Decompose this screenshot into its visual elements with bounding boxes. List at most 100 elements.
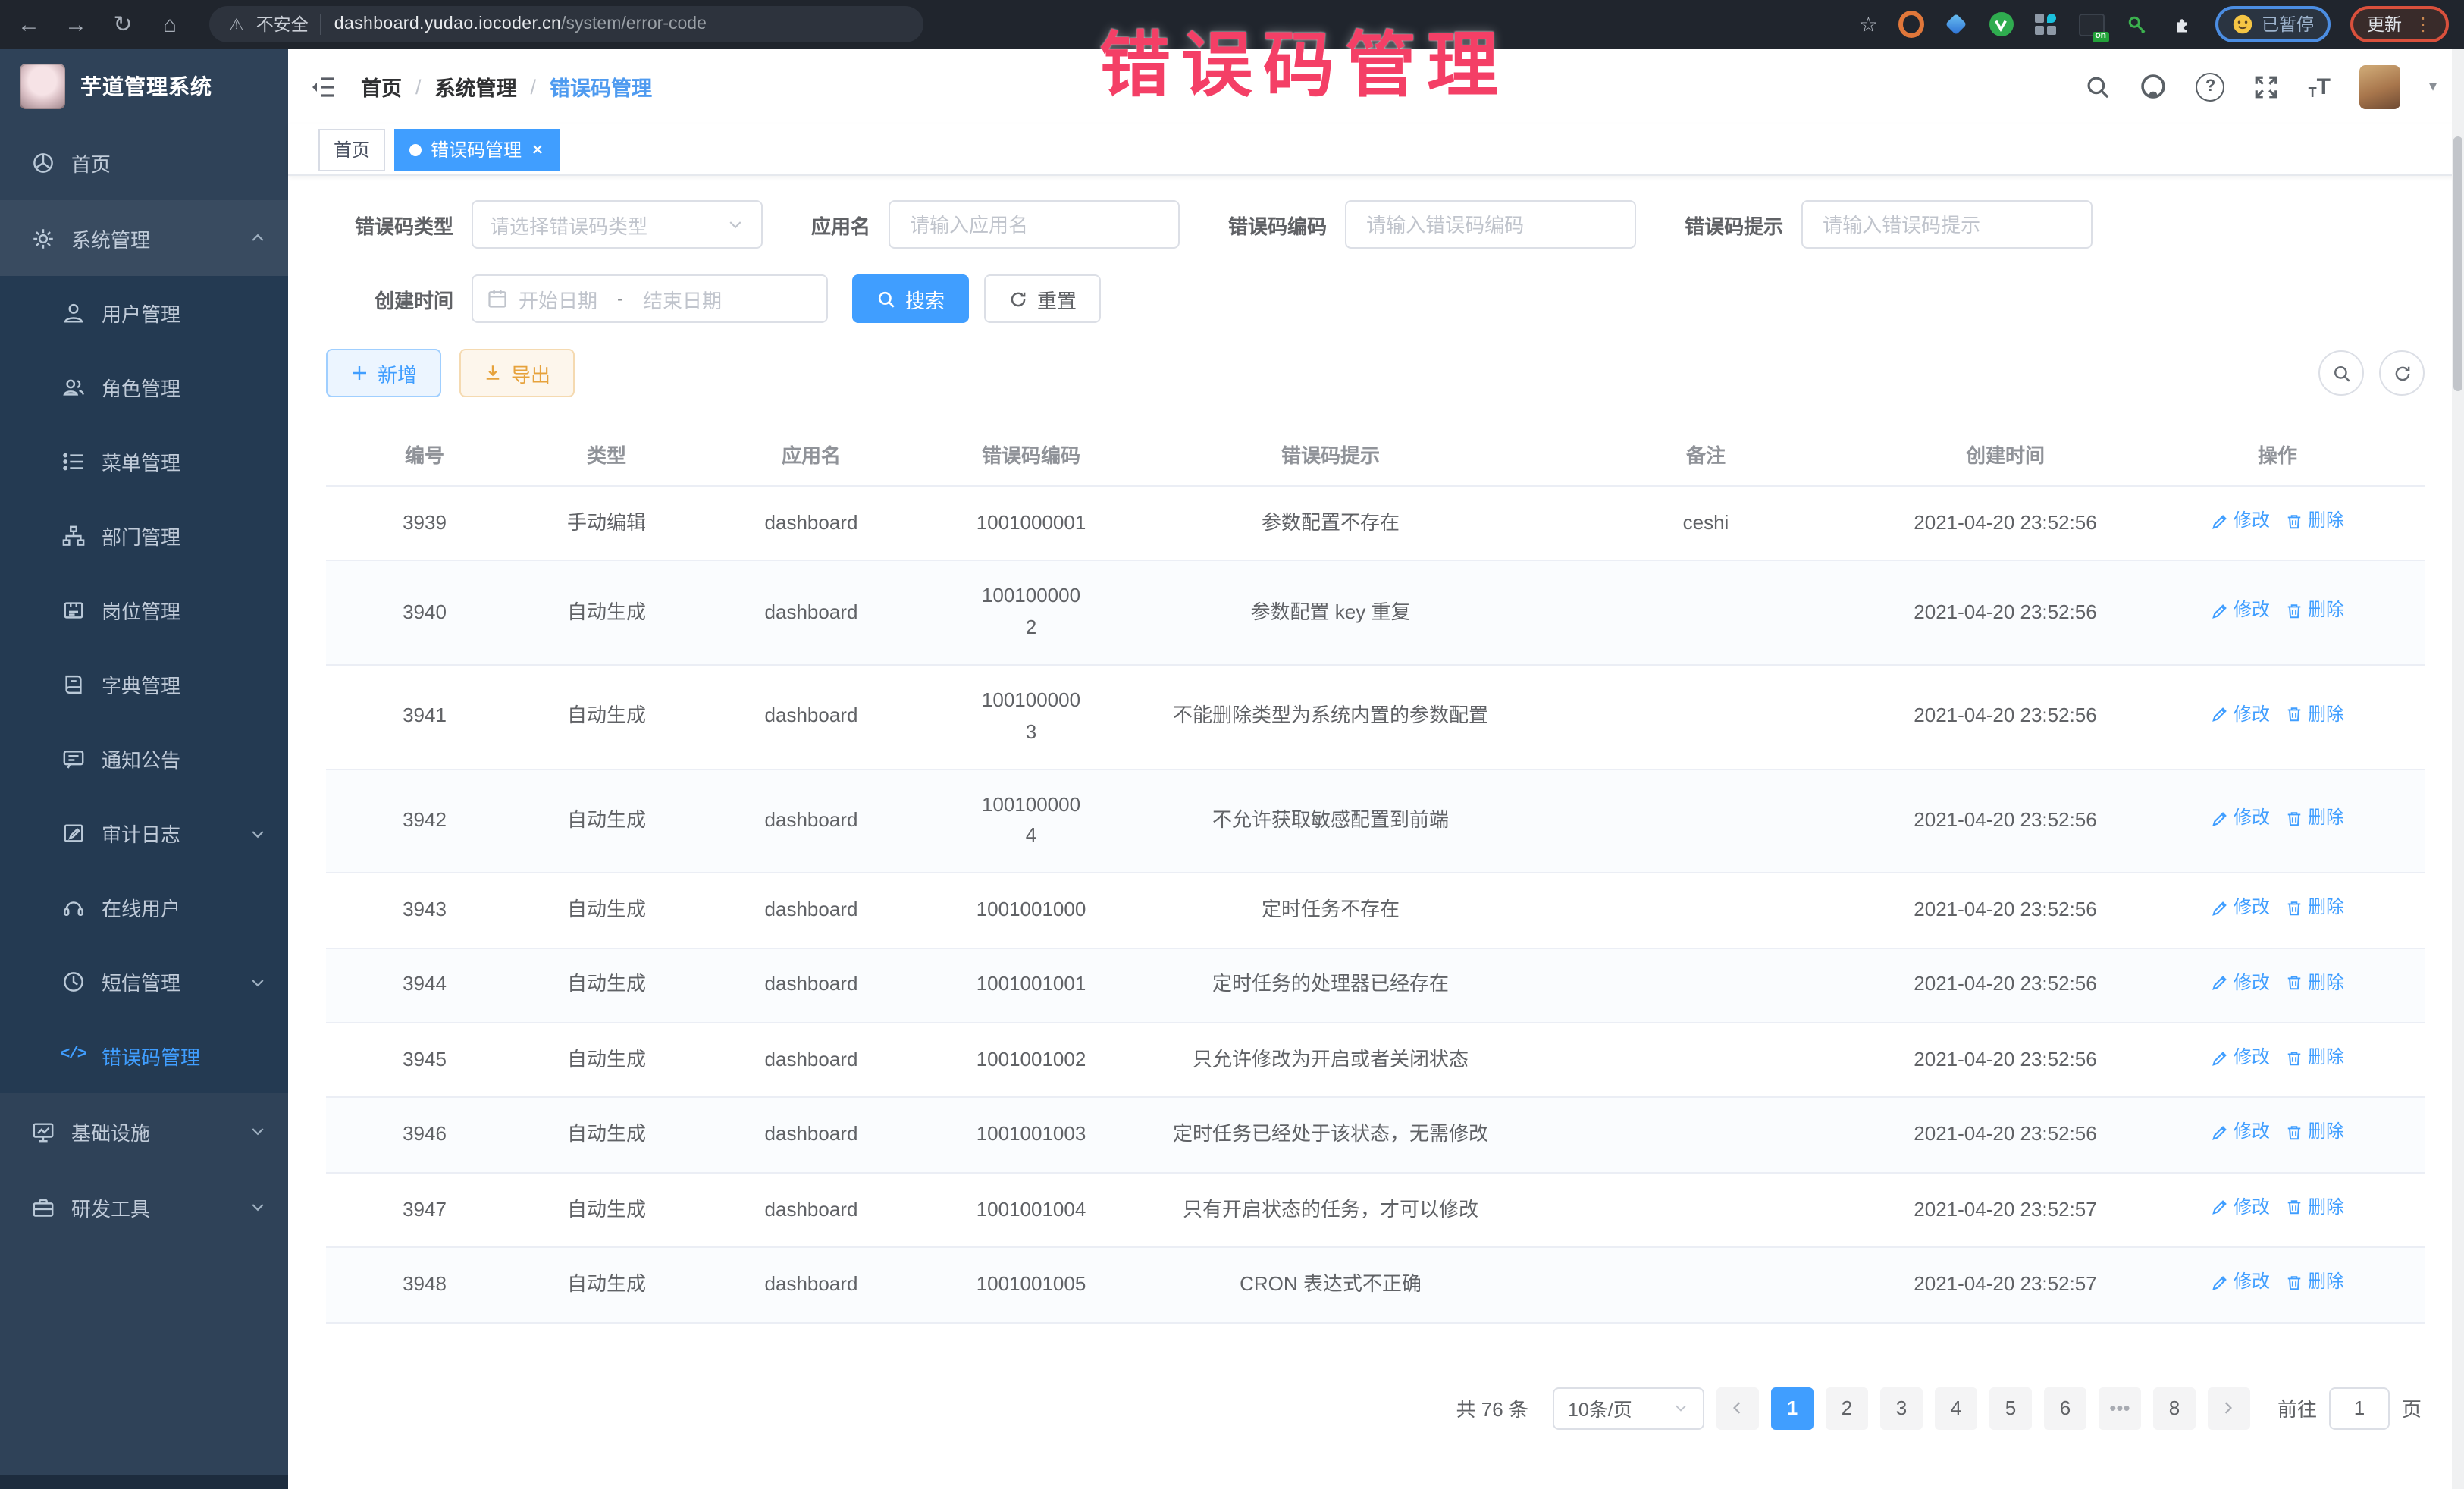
edit-link[interactable]: 修改 — [2211, 506, 2270, 535]
extension-paused-pill[interactable]: 已暂停 — [2215, 6, 2331, 42]
sidebar-item-post[interactable]: 岗位管理 — [0, 573, 288, 647]
pencil-icon — [2211, 810, 2229, 828]
sidebar-item-infra[interactable]: 基础设施 — [0, 1093, 288, 1169]
edit-link[interactable]: 修改 — [2211, 700, 2270, 729]
next-page-button[interactable] — [2208, 1387, 2250, 1429]
filter-group-app: 应用名 — [811, 200, 1180, 249]
browser-home-icon[interactable]: ⌂ — [156, 11, 183, 37]
sidebar-item-user[interactable]: 用户管理 — [0, 276, 288, 350]
window-scrollbar[interactable] — [2452, 49, 2464, 1489]
extension-grid-icon[interactable] — [2033, 11, 2058, 37]
user-menu-caret-icon[interactable]: ▾ — [2429, 78, 2437, 95]
error-code-input[interactable] — [1363, 212, 1618, 237]
page-size-select[interactable]: 10条/页 — [1553, 1387, 1704, 1429]
bookmark-star-icon[interactable]: ☆ — [1859, 11, 1878, 37]
cell-remark: ceshi — [1531, 486, 1880, 561]
delete-link[interactable]: 删除 — [2285, 1043, 2344, 1072]
cell-actions: 修改删除 — [2130, 665, 2425, 769]
edit-link[interactable]: 修改 — [2211, 1118, 2270, 1147]
fullscreen-icon[interactable] — [2254, 74, 2280, 99]
sidebar-item-home[interactable]: 首页 — [0, 124, 288, 200]
sidebar-item-sms[interactable]: 短信管理 — [0, 945, 288, 1019]
tab-home[interactable]: 首页 — [318, 128, 385, 171]
delete-link[interactable]: 删除 — [2285, 506, 2344, 535]
app-logo-row[interactable]: 芋道管理系统 — [0, 49, 288, 124]
user-avatar[interactable] — [2359, 64, 2400, 108]
edit-link[interactable]: 修改 — [2211, 1193, 2270, 1221]
pager-page-6[interactable]: 6 — [2044, 1387, 2086, 1429]
sidebar-item-devtool[interactable]: 研发工具 — [0, 1169, 288, 1245]
edit-link[interactable]: 修改 — [2211, 968, 2270, 997]
pager-page-3[interactable]: 3 — [1880, 1387, 1923, 1429]
extension-gem-icon[interactable] — [1943, 11, 1969, 37]
browser-forward-icon[interactable]: → — [62, 11, 89, 37]
delete-link[interactable]: 删除 — [2285, 804, 2344, 832]
delete-link[interactable]: 删除 — [2285, 700, 2344, 729]
goto-page-input[interactable] — [2329, 1387, 2390, 1429]
tab-error-code[interactable]: 错误码管理 — [394, 128, 560, 171]
browser-update-pill[interactable]: 更新 ⋮ — [2350, 6, 2449, 42]
pager-ellipsis[interactable]: ••• — [2099, 1387, 2141, 1429]
toggle-search-button[interactable] — [2318, 350, 2364, 396]
pager-page-4[interactable]: 4 — [1935, 1387, 1977, 1429]
delete-link[interactable]: 删除 — [2285, 968, 2344, 997]
sidebar-item-online-user[interactable]: 在线用户 — [0, 870, 288, 945]
cell-app: dashboard — [690, 486, 933, 561]
error-hint-input[interactable] — [1820, 212, 2074, 237]
add-button[interactable]: 新增 — [326, 349, 441, 397]
sidebar-item-menu[interactable]: 菜单管理 — [0, 425, 288, 499]
delete-link[interactable]: 删除 — [2285, 1268, 2344, 1296]
sidebar-item-notice[interactable]: 通知公告 — [0, 722, 288, 796]
cell-id: 3943 — [326, 873, 523, 948]
browser-reload-icon[interactable]: ↻ — [109, 11, 136, 38]
pager-page-5[interactable]: 5 — [1989, 1387, 2032, 1429]
sidebar-item-dept[interactable]: 部门管理 — [0, 499, 288, 573]
date-range-picker[interactable]: 开始日期 - 结束日期 — [472, 274, 828, 323]
pager-page-8[interactable]: 8 — [2153, 1387, 2196, 1429]
sidebar-item-system[interactable]: 系统管理 — [0, 200, 288, 276]
error-type-label: 错误码类型 — [326, 210, 472, 239]
app-name-input[interactable] — [907, 212, 1161, 237]
close-tab-icon[interactable] — [531, 143, 544, 156]
edit-link[interactable]: 修改 — [2211, 596, 2270, 625]
delete-link[interactable]: 删除 — [2285, 596, 2344, 625]
extension-puzzle-icon[interactable] — [2169, 11, 2195, 37]
extension-dark-icon[interactable]: on — [2078, 11, 2104, 37]
cell-remark — [1531, 1098, 1880, 1173]
sidebar-item-dict[interactable]: 字典管理 — [0, 647, 288, 722]
help-icon[interactable]: ? — [2196, 72, 2225, 101]
sidebar-item-role[interactable]: 角色管理 — [0, 350, 288, 425]
edit-link[interactable]: 修改 — [2211, 893, 2270, 922]
edit-link[interactable]: 修改 — [2211, 804, 2270, 832]
breadcrumb-system[interactable]: 系统管理 — [435, 71, 517, 102]
scrollbar-thumb[interactable] — [2453, 136, 2462, 391]
prev-page-button[interactable] — [1716, 1387, 1759, 1429]
browser-menu-icon[interactable]: ⋮ — [2414, 14, 2432, 35]
extension-green-icon[interactable] — [1989, 12, 2013, 36]
github-icon[interactable] — [2140, 73, 2168, 100]
extension-key-icon[interactable] — [2124, 11, 2149, 37]
extension-orange-icon[interactable] — [1898, 11, 1923, 37]
refresh-table-button[interactable] — [2379, 350, 2425, 396]
pager-page-1[interactable]: 1 — [1771, 1387, 1814, 1429]
font-size-icon[interactable]: TT — [2309, 74, 2331, 99]
edit-link[interactable]: 修改 — [2211, 1043, 2270, 1072]
pager-page-2[interactable]: 2 — [1826, 1387, 1868, 1429]
delete-link[interactable]: 删除 — [2285, 1118, 2344, 1147]
search-icon[interactable] — [2086, 74, 2111, 99]
error-type-select[interactable]: 请选择错误码类型 — [472, 200, 763, 249]
search-button[interactable]: 搜索 — [852, 274, 969, 323]
delete-link[interactable]: 删除 — [2285, 893, 2344, 922]
browser-back-icon[interactable]: ← — [15, 11, 42, 37]
breadcrumb-home[interactable]: 首页 — [361, 71, 402, 102]
sidebar-menu: 首页系统管理用户管理角色管理菜单管理部门管理岗位管理字典管理通知公告审计日志在线… — [0, 124, 288, 1245]
collapse-sidebar-icon[interactable] — [311, 75, 337, 98]
reset-button[interactable]: 重置 — [984, 274, 1101, 323]
address-bar[interactable]: ⚠ 不安全 dashboard.yudao.iocoder.cn/system/… — [209, 6, 923, 42]
end-date-placeholder: 结束日期 — [643, 284, 722, 313]
sidebar-item-audit-log[interactable]: 审计日志 — [0, 796, 288, 870]
edit-link[interactable]: 修改 — [2211, 1268, 2270, 1296]
export-button[interactable]: 导出 — [459, 349, 575, 397]
sidebar-item-error-code[interactable]: </>错误码管理 — [0, 1019, 288, 1093]
delete-link[interactable]: 删除 — [2285, 1193, 2344, 1221]
